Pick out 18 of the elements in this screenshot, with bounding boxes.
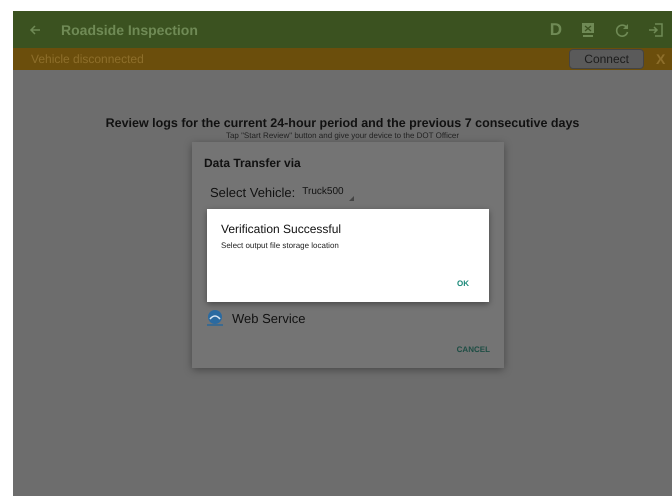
driver-status-button[interactable]: D xyxy=(550,20,562,40)
alert-title: Verification Successful xyxy=(221,222,342,236)
dropdown-corner-icon xyxy=(348,196,354,201)
dialog-title: Data Transfer via xyxy=(204,156,302,170)
review-heading: Review logs for the current 24-hour period and the previous 7 consecutive days xyxy=(106,116,580,130)
ok-button[interactable]: OK xyxy=(455,277,471,290)
cancel-button[interactable]: CANCEL xyxy=(454,343,492,356)
web-service-option[interactable]: Web Service xyxy=(232,310,306,326)
monitor-icon[interactable] xyxy=(580,22,596,38)
vehicle-dropdown[interactable]: Truck500 xyxy=(300,183,354,201)
agency-logo-icon xyxy=(206,309,224,327)
toolbar-title: Roadside Inspection xyxy=(61,22,199,38)
refresh-icon[interactable] xyxy=(614,22,630,38)
logout-icon[interactable] xyxy=(648,22,664,38)
connect-button[interactable]: Connect xyxy=(569,49,644,69)
review-subheading: Tap "Start Review" button and give your device to the DOT Officer xyxy=(226,131,460,140)
vehicle-label: Select Vehicle: xyxy=(210,184,296,200)
alert-message: Select output file storage location xyxy=(221,241,340,250)
